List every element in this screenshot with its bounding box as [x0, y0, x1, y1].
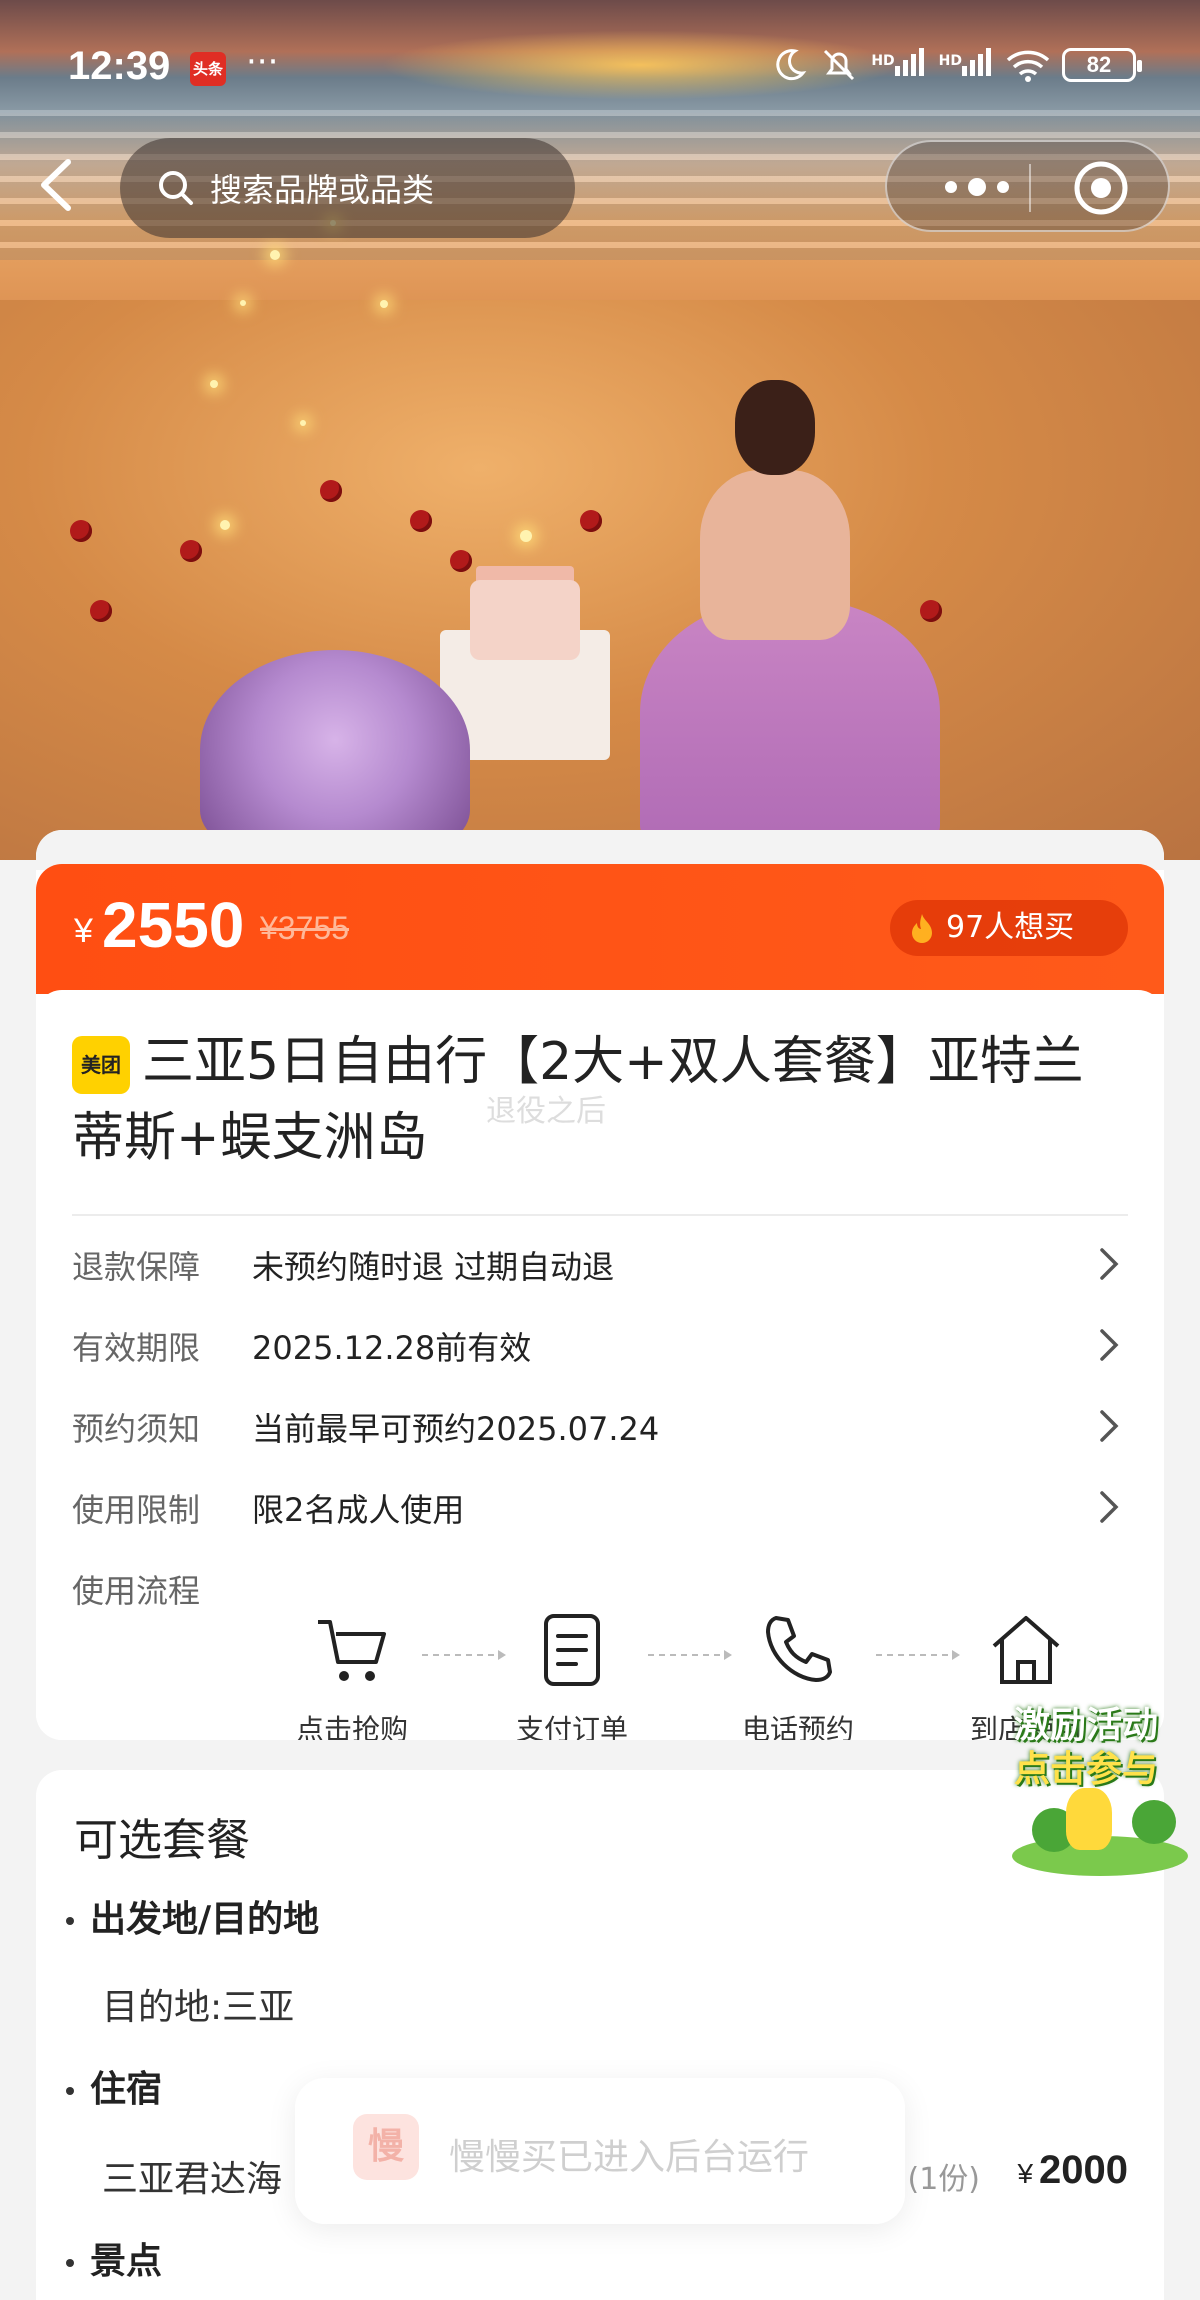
sparkler-spark — [270, 250, 280, 260]
section-title: 住宿 — [90, 2069, 163, 2110]
section-title: 出发地/目的地 — [90, 1899, 320, 1940]
mini-program-capsule — [885, 140, 1170, 232]
capsule-divider — [1029, 164, 1031, 212]
product-details: 美团 三亚5日自由行【2大+双人套餐】亚特兰蒂斯+蜈支洲岛 退役之后 退款保障 … — [36, 990, 1164, 1740]
document-icon — [544, 1614, 600, 1686]
flow-step-pay: 支付订单 — [492, 1610, 652, 1740]
flow-step-label: 支付订单 — [515, 1713, 628, 1740]
currency-symbol: ¥ — [74, 912, 93, 950]
rose — [450, 550, 472, 572]
bullet — [66, 1917, 74, 1925]
flow-step-label: 电话预约 — [741, 1713, 854, 1740]
manmanmai-app-icon: 慢 — [353, 2114, 419, 2180]
search-icon — [159, 171, 193, 205]
home-icon — [992, 1616, 1060, 1684]
more-menu-icon[interactable] — [927, 167, 1027, 207]
toast-message: 慢慢买已进入后台运行 — [449, 2137, 810, 2178]
woman-figure — [640, 380, 940, 850]
rose — [90, 600, 112, 622]
beach-sand — [0, 300, 1200, 860]
section-title: 景点 — [90, 2241, 163, 2282]
sparkler-spark — [380, 300, 388, 308]
hotel-name[interactable]: 三亚君达海 — [102, 2150, 282, 2202]
price-bar: ¥ 2550 ¥3755 97人想买 — [36, 864, 1164, 994]
phone-icon — [766, 1616, 832, 1682]
rose — [320, 480, 342, 502]
more-notifications-icon: ··· — [246, 42, 279, 82]
cart-icon — [318, 1620, 386, 1681]
usage-flow: 点击抢购 支付订单 电话预约 到店使用 — [36, 990, 1164, 1740]
package-section-attractions: 景点 — [66, 2232, 162, 2284]
promo-line-2: 点击参与 — [1014, 1749, 1159, 1790]
destination-detail: 目的地:三亚 — [102, 1987, 295, 2028]
sale-price: 2550 — [102, 889, 245, 961]
hero-image — [0, 0, 1200, 860]
rose — [410, 510, 432, 532]
flow-step-call: 电话预约 — [718, 1610, 878, 1740]
status-time: 12:39 — [68, 44, 171, 88]
toutiao-app-icon: 头条 — [190, 52, 226, 86]
sparkler-spark — [240, 300, 246, 306]
close-target-icon[interactable] — [1072, 159, 1130, 217]
rose — [180, 540, 202, 562]
rose — [70, 520, 92, 542]
mascot-icon — [1066, 1788, 1112, 1850]
incentive-activity-sticker[interactable]: 激励活动 点击参与 — [1004, 1696, 1194, 1886]
chevron-left-icon — [41, 159, 71, 211]
moon-icon — [776, 49, 807, 81]
section-heading: 可选套餐 — [74, 1815, 250, 1866]
flow-step-purchase: 点击抢购 — [272, 1610, 432, 1740]
fire-icon — [912, 914, 932, 943]
signal-1-icon: HD — [871, 46, 926, 84]
want-count-text: 97人想买 — [946, 910, 1075, 945]
rose — [920, 600, 942, 622]
search-placeholder: 搜索品牌或品类 — [210, 171, 435, 209]
search-bar[interactable]: 搜索品牌或品类 — [120, 138, 575, 238]
sparkler-spark — [210, 380, 218, 388]
flow-step-label: 点击抢购 — [295, 1713, 408, 1740]
package-section-lodging: 住宿 — [66, 2060, 162, 2112]
tree-icon — [1132, 1800, 1176, 1844]
bullet — [66, 2259, 74, 2267]
cake — [470, 580, 580, 660]
signal-2-icon: HD — [939, 46, 994, 84]
battery-icon: 82 — [1062, 48, 1142, 82]
flower-bouquet — [200, 650, 470, 850]
package-section-destination: 出发地/目的地 — [66, 1890, 319, 1942]
sparkler-spark — [520, 530, 532, 542]
mute-bell-icon — [824, 49, 855, 81]
hotel-quantity: (1份) — [907, 2162, 981, 2197]
original-price: ¥3755 — [260, 910, 349, 946]
want-count-badge: 97人想买 — [890, 900, 1128, 956]
product-card: ¥ 2550 ¥3755 97人想买 美团 三亚5日自由行【2大+双人套餐】亚特… — [36, 830, 1164, 1740]
back-button[interactable] — [30, 150, 80, 220]
rose — [580, 510, 602, 532]
hotel-price: ¥2000 — [1017, 2148, 1128, 2192]
bullet — [66, 2087, 74, 2095]
status-bar: 12:39 头条 ··· HD HD 82 — [0, 36, 1200, 96]
sparkler-spark — [220, 520, 230, 530]
sparkler-spark — [300, 420, 306, 426]
background-running-toast: 慢 慢慢买已进入后台运行 — [295, 2078, 905, 2224]
wifi-icon — [1006, 50, 1050, 82]
